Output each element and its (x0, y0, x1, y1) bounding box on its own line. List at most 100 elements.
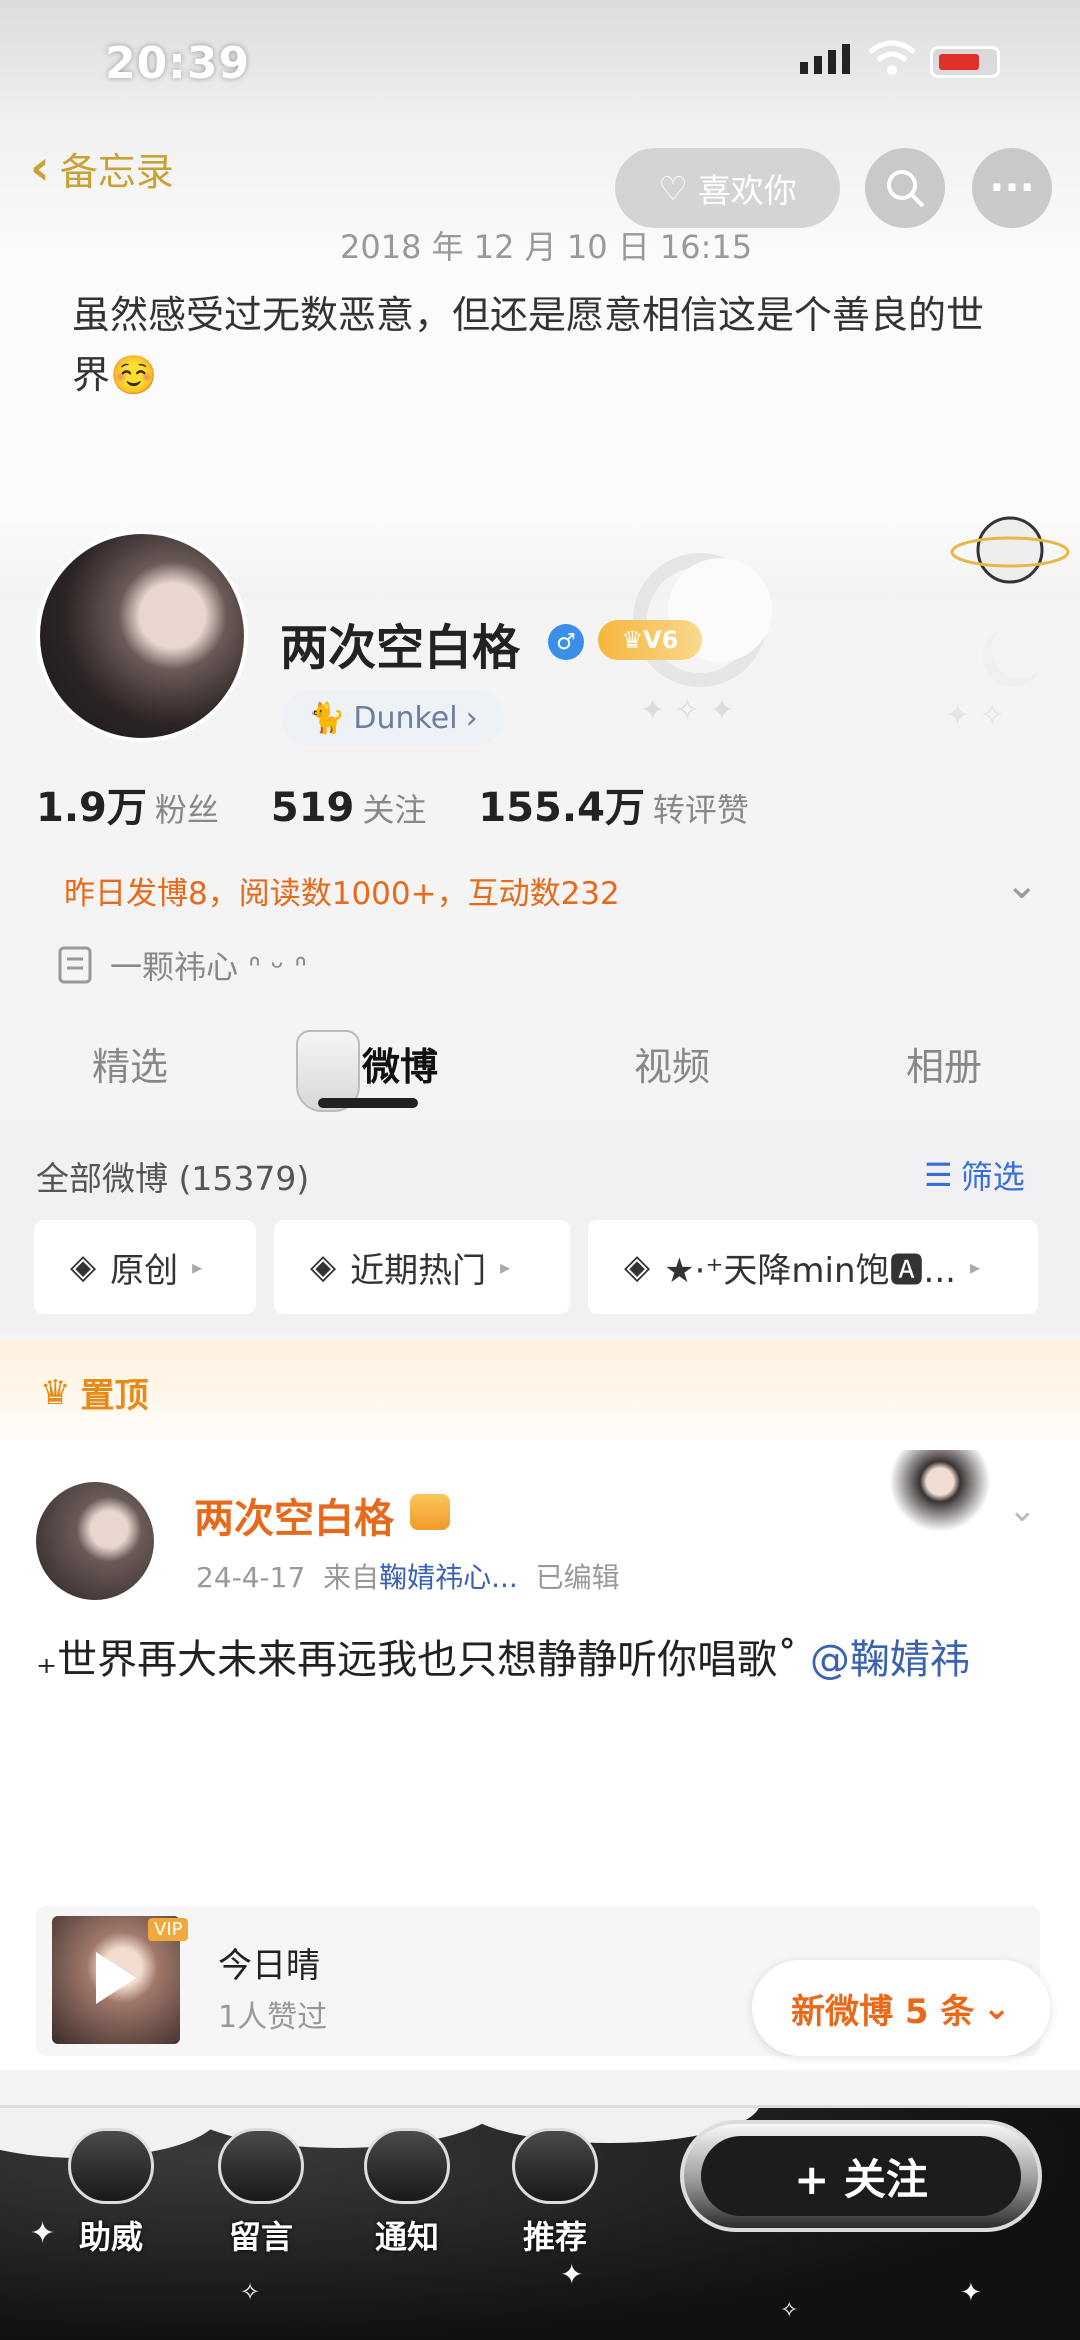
post-mention-link[interactable]: @鞠婧祎 (810, 1637, 970, 1683)
crown-icon: ♛ (40, 1372, 71, 1413)
heart-icon (68, 2128, 154, 2204)
triangle-right-icon: ▸ (192, 1255, 203, 1279)
stat-number: 155.4万 (478, 785, 645, 831)
double-chevron-down-icon: ⌄ (982, 1988, 1011, 2028)
stat-label: 粉丝 (154, 791, 219, 829)
filter-button[interactable]: ☰ 筛选 (924, 1152, 1025, 1198)
chevron-down-icon[interactable]: ⌄ (1005, 862, 1039, 908)
cat-icon: 🐈 (308, 700, 346, 736)
profile-tag-label: Dunkel (353, 700, 458, 736)
memo-text: 虽然感受过无数恶意，但还是愿意相信这是个善良的世界☺️ (72, 293, 985, 397)
nav-message[interactable]: 留言 (206, 2128, 316, 2258)
crown-icon: ♛ (621, 626, 644, 654)
chip-original[interactable]: ◈ 原创 ▸ (34, 1220, 256, 1314)
nav-cheer[interactable]: 助威 (56, 2128, 166, 2258)
svg-text:✦ ✧: ✦ ✧ (945, 698, 1005, 733)
profile-tag-chip[interactable]: 🐈 Dunkel › (282, 690, 504, 746)
nav-recommend[interactable]: 推荐 (500, 2128, 610, 2258)
svg-text:✦ ✧ ✦: ✦ ✧ ✦ (640, 693, 734, 728)
stat-number: 1.9万 (36, 785, 147, 831)
nav-notification[interactable]: 通知 (352, 2128, 462, 2258)
like-you-button[interactable]: ♡ 喜欢你 (615, 148, 840, 228)
profile-name: 两次空白格 (280, 620, 521, 676)
follow-button[interactable]: + 关注 (680, 2120, 1042, 2232)
stat-label: 转评赞 (652, 791, 749, 829)
post-text: ₊世界再大未来再远我也只想静静听你唱歌˚ @鞠婧祎 (36, 1628, 1046, 1692)
chevron-left-icon: ‹ (30, 140, 50, 196)
stat-followers[interactable]: 1.9万 粉丝 (36, 775, 219, 833)
tab-active-indicator (318, 1098, 418, 1108)
tab-videos[interactable]: 视频 (634, 1036, 710, 1091)
signal-icon (800, 44, 850, 74)
stat-number: 519 (270, 785, 355, 831)
post-edited: 已编辑 (535, 1561, 620, 1594)
follow-label: + 关注 (701, 2136, 1021, 2216)
new-weibo-button[interactable]: 新微博 5 条 ⌄ (752, 1960, 1050, 2056)
back-to-memo-button[interactable]: ‹ 备忘录 (30, 140, 174, 196)
triangle-right-icon: ▸ (969, 1255, 980, 1279)
stat-following[interactable]: 519 关注 (271, 785, 427, 831)
post-date: 24-4-17 (196, 1561, 306, 1594)
heart-hand-icon: ♡ (658, 168, 688, 208)
stat-interactions[interactable]: 155.4万 转评赞 (478, 775, 749, 833)
tab-weibo[interactable]: 微博 (362, 1036, 438, 1091)
chip-recent-hot[interactable]: ◈ 近期热门 ▸ (274, 1220, 570, 1314)
star-icon: ✧ (240, 2278, 261, 2306)
bell-icon (364, 2128, 450, 2204)
post-body: ₊世界再大未来再远我也只想静静听你唱歌˚ (36, 1637, 810, 1683)
search-button[interactable] (865, 148, 945, 228)
chip-label: ★·⁺天降min饱🅰... (664, 1250, 956, 1291)
wifi-icon (868, 40, 916, 75)
vip-tag: VIP (148, 1918, 189, 1941)
profile-stats: 1.9万 粉丝 519 关注 155.4万 转评赞 (36, 775, 749, 833)
yesterday-summary: 昨日发博8，阅读数1000+，互动数232 (64, 876, 620, 912)
layers-icon: ◈ (310, 1247, 337, 1287)
bio-text: 一颗祎心 ᐢ ᵕ ᐢ (110, 948, 307, 986)
message-icon (218, 2128, 304, 2204)
vip-crown-icon (410, 1494, 450, 1530)
play-icon[interactable] (96, 1952, 136, 2004)
avatar-pendant (880, 1450, 1000, 1540)
chip-custom-group[interactable]: ◈ ★·⁺天降min饱🅰... ▸ (588, 1220, 1038, 1314)
post-from-prefix: 来自 (323, 1561, 380, 1594)
male-icon: ♂ (548, 624, 584, 660)
profile-bio: 一颗祎心 ᐢ ᵕ ᐢ (58, 942, 307, 988)
profile-tabs: 精选 微博 视频 相册 (0, 1020, 1080, 1120)
pinned-label: ♛ 置顶 (40, 1368, 148, 1417)
post-meta: 24-4-17 来自鞠婧祎心... 已编辑 (196, 1556, 620, 1596)
nav-label: 推荐 (522, 2218, 587, 2256)
tab-albums[interactable]: 相册 (906, 1036, 982, 1091)
star-icon: ✧ (780, 2298, 799, 2323)
star-icon: ✦ (560, 2258, 584, 2291)
chevron-down-icon[interactable]: ⌄ (1008, 1490, 1037, 1530)
chip-label: 原创 (110, 1250, 179, 1291)
music-title: 今日晴 (218, 1946, 320, 1986)
stat-label: 关注 (362, 791, 427, 829)
post-source[interactable]: 鞠婧祎心... (379, 1561, 518, 1594)
pinned-text: 置顶 (80, 1376, 149, 1416)
music-likes: 1人赞过 (218, 2000, 328, 2035)
all-weibo-count: 全部微博 (15379) (36, 1159, 310, 1198)
post-avatar[interactable] (36, 1482, 154, 1600)
search-icon (887, 170, 925, 208)
new-weibo-label: 新微博 5 条 (791, 1991, 975, 2032)
back-label: 备忘录 (59, 149, 174, 194)
planet-decoration-icon: ✦ ✧ (945, 516, 1070, 733)
vip-badge[interactable]: ♛ V6 (598, 620, 702, 660)
more-icon: ··· (989, 165, 1035, 211)
vip-level: V6 (643, 626, 679, 654)
layers-icon: ◈ (624, 1247, 651, 1287)
star-icon: ✦ (960, 2278, 982, 2308)
more-button[interactable]: ··· (972, 148, 1052, 228)
star-icon: ✦ (30, 2216, 56, 2251)
status-time: 20:39 (105, 38, 251, 89)
apple-icon (512, 2128, 598, 2204)
document-icon (58, 946, 92, 984)
tab-featured[interactable]: 精选 (92, 1036, 168, 1091)
like-label: 喜欢你 (697, 171, 797, 210)
triangle-right-icon: ▸ (500, 1255, 511, 1279)
profile-avatar[interactable] (36, 530, 248, 742)
post-author-name[interactable]: 两次空白格 (194, 1486, 394, 1544)
filter-icon: ☰ (924, 1156, 953, 1194)
nav-label: 助威 (78, 2218, 143, 2256)
